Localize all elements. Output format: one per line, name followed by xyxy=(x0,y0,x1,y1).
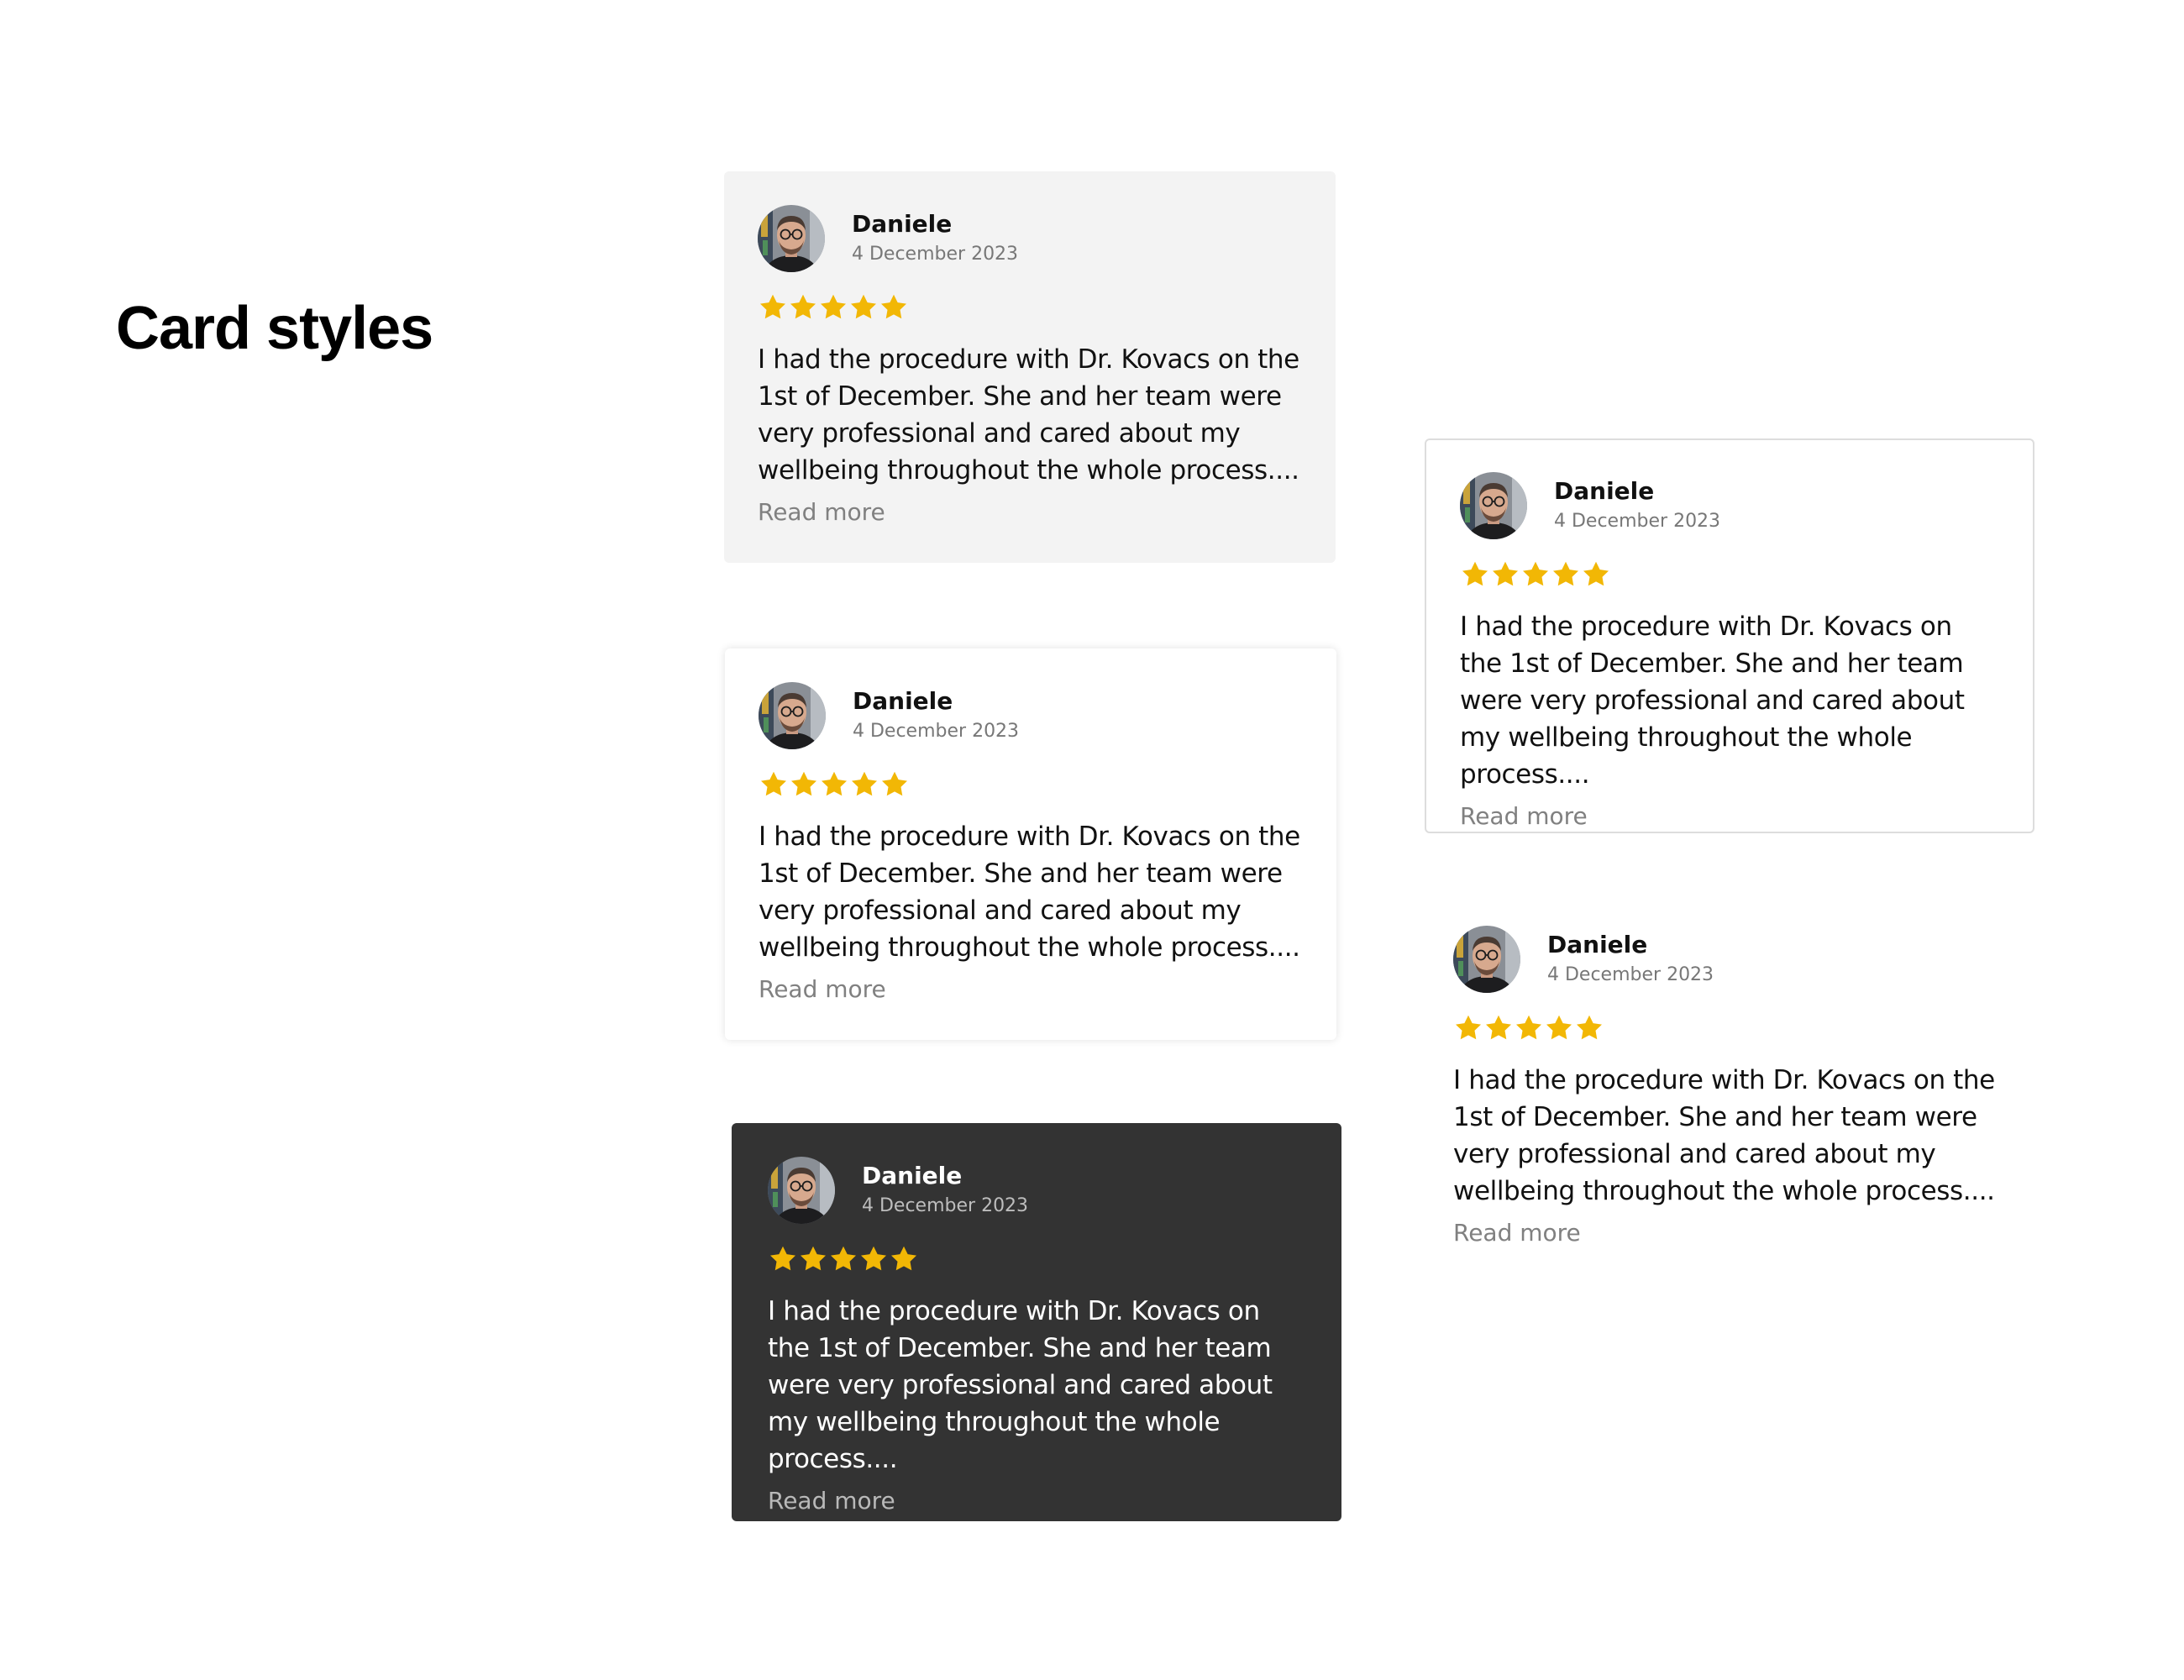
read-more-link[interactable]: Read more xyxy=(759,974,886,1005)
avatar-portrait xyxy=(758,205,825,272)
star-icon xyxy=(1516,1015,1541,1040)
avatar-portrait xyxy=(1460,472,1527,539)
reviewer-meta: Daniele 4 December 2023 xyxy=(852,205,1018,267)
review-header: Daniele 4 December 2023 xyxy=(1460,472,1966,539)
review-text: I had the procedure with Dr. Kovacs on t… xyxy=(1453,1065,1995,1206)
reviewer-meta: Daniele 4 December 2023 xyxy=(862,1157,1028,1219)
avatar-portrait xyxy=(1453,926,1520,993)
star-icon xyxy=(791,771,816,796)
review-header: Daniele 4 December 2023 xyxy=(759,682,1303,749)
read-more-link[interactable]: Read more xyxy=(1460,801,1588,832)
star-icon xyxy=(821,294,846,319)
avatar xyxy=(1460,472,1527,539)
avatar-portrait xyxy=(759,682,826,749)
star-icon xyxy=(831,1246,856,1271)
review-text: I had the procedure with Dr. Kovacs on t… xyxy=(758,344,1299,486)
star-icon xyxy=(761,771,786,796)
reviewer-meta: Daniele 4 December 2023 xyxy=(1554,472,1720,534)
read-more-link[interactable]: Read more xyxy=(758,497,885,528)
review-text: I had the procedure with Dr. Kovacs on t… xyxy=(768,1296,1273,1474)
reviewer-name: Daniele xyxy=(1554,477,1655,505)
star-icon xyxy=(801,1246,826,1271)
review-header: Daniele 4 December 2023 xyxy=(1453,926,1998,993)
review-date: 4 December 2023 xyxy=(862,1195,1029,1216)
star-icon xyxy=(1546,1015,1572,1040)
star-icon xyxy=(891,1246,916,1271)
review-card-filled: Daniele 4 December 2023 I had the proced… xyxy=(724,171,1336,563)
review-text: I had the procedure with Dr. Kovacs on t… xyxy=(759,822,1300,963)
reviewer-name: Daniele xyxy=(1547,931,1648,958)
reviewer-meta: Daniele 4 December 2023 xyxy=(853,682,1019,744)
star-icon xyxy=(1553,561,1578,586)
star-rating xyxy=(768,1244,1274,1278)
star-icon xyxy=(1462,561,1488,586)
star-rating xyxy=(758,292,1302,326)
avatar xyxy=(759,682,826,749)
review-date: 4 December 2023 xyxy=(853,721,1020,742)
page-title: Card styles xyxy=(116,295,433,362)
avatar xyxy=(758,205,825,272)
avatar-portrait xyxy=(768,1157,835,1224)
star-icon xyxy=(852,771,877,796)
review-card-shadow: Daniele 4 December 2023 I had the proced… xyxy=(725,648,1336,1040)
star-rating xyxy=(1460,559,1966,593)
star-icon xyxy=(1523,561,1548,586)
reviewer-name: Daniele xyxy=(853,687,953,715)
star-icon xyxy=(851,294,876,319)
avatar xyxy=(1453,926,1520,993)
star-icon xyxy=(1486,1015,1511,1040)
review-date: 4 December 2023 xyxy=(852,244,1019,265)
star-icon xyxy=(861,1246,886,1271)
review-date: 4 December 2023 xyxy=(1554,511,1721,532)
review-card-plain: Daniele 4 December 2023 I had the proced… xyxy=(1420,892,2031,1262)
avatar xyxy=(768,1157,835,1224)
star-rating xyxy=(1453,1013,1998,1047)
review-card-outline: Daniele 4 December 2023 I had the proced… xyxy=(1425,438,2034,833)
star-icon xyxy=(1493,561,1518,586)
star-icon xyxy=(1577,1015,1602,1040)
review-header: Daniele 4 December 2023 xyxy=(758,205,1302,272)
review-card-dark: Daniele 4 December 2023 I had the proced… xyxy=(732,1123,1341,1521)
star-icon xyxy=(790,294,816,319)
star-icon xyxy=(1583,561,1609,586)
star-icon xyxy=(770,1246,795,1271)
star-icon xyxy=(1456,1015,1481,1040)
star-icon xyxy=(822,771,847,796)
review-header: Daniele 4 December 2023 xyxy=(768,1157,1274,1224)
reviewer-meta: Daniele 4 December 2023 xyxy=(1547,926,1714,988)
read-more-link[interactable]: Read more xyxy=(768,1486,895,1516)
star-rating xyxy=(759,769,1303,803)
reviewer-name: Daniele xyxy=(852,210,953,238)
review-date: 4 December 2023 xyxy=(1547,964,1714,985)
read-more-link[interactable]: Read more xyxy=(1453,1218,1581,1248)
review-text: I had the procedure with Dr. Kovacs on t… xyxy=(1460,612,1965,790)
star-icon xyxy=(881,294,906,319)
star-icon xyxy=(760,294,785,319)
reviewer-name: Daniele xyxy=(862,1162,963,1189)
star-icon xyxy=(882,771,907,796)
